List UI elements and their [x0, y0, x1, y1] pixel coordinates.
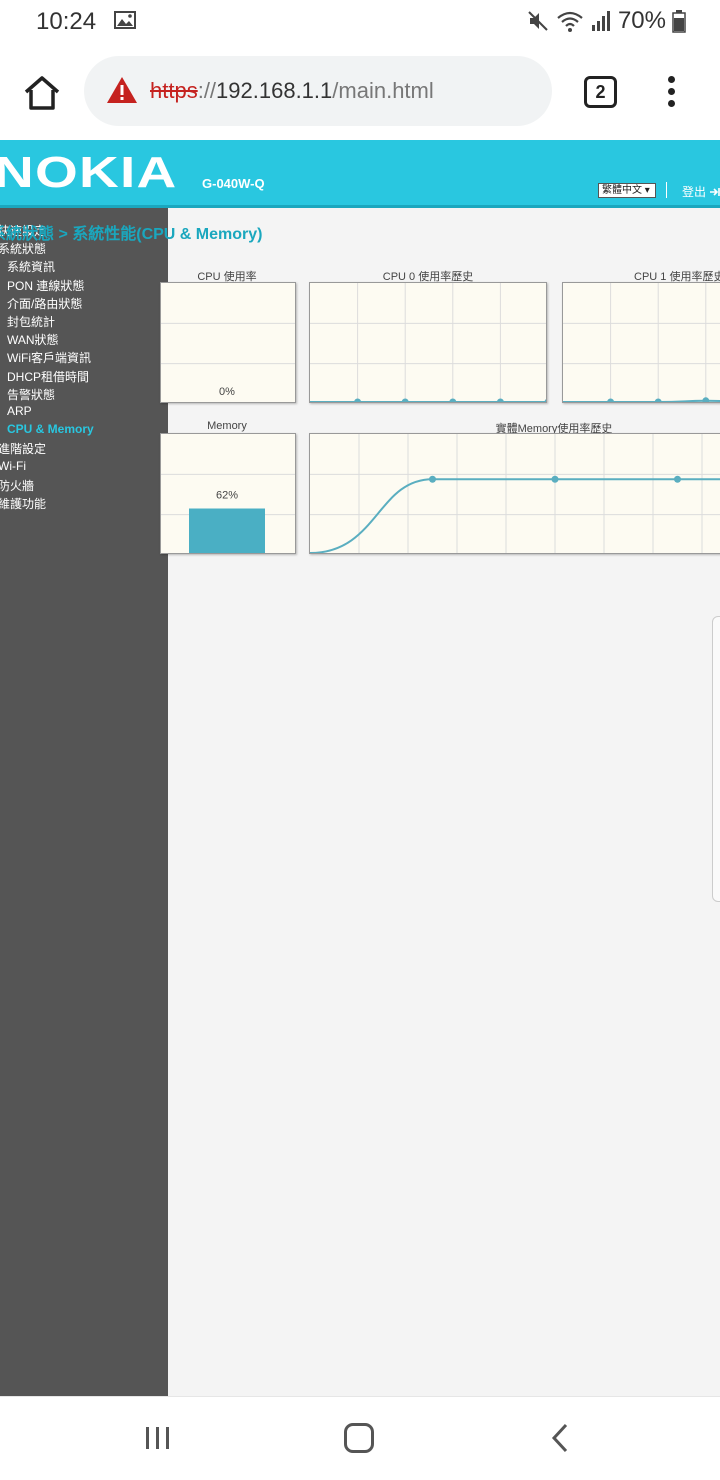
sidebar-item[interactable]: 介面/路由狀態	[7, 295, 82, 312]
cpu0-history-chart	[309, 282, 547, 403]
sidebar: 快速設定 系統狀態 系統資訊 PON 連線狀態 介面/路由狀態 封包統計 WAN狀態 WiFi…	[0, 208, 168, 1396]
data-point	[544, 399, 546, 402]
signal-icon	[591, 11, 610, 31]
data-point	[401, 398, 409, 402]
sidebar-item[interactable]: DHCP租借時間	[7, 368, 89, 385]
nokia-logo: NOKIA	[0, 148, 178, 197]
back-icon[interactable]	[550, 1423, 570, 1453]
language-select[interactable]: 繁體中文 ▾	[598, 183, 656, 198]
data-label: 62%	[216, 490, 238, 502]
bar	[189, 508, 265, 553]
logout-icon	[710, 188, 720, 196]
data-point	[449, 398, 457, 402]
side-panel-tab[interactable]	[712, 616, 720, 902]
data-point	[354, 398, 362, 402]
sidebar-item[interactable]: CPU & Memory	[7, 422, 94, 436]
logout-label: 登出	[682, 185, 707, 199]
memory-history-plot	[310, 434, 720, 553]
cpu-usage-plot: 0%	[161, 322, 295, 398]
header-divider	[666, 182, 667, 198]
overflow-menu-icon[interactable]	[662, 76, 680, 110]
url-path: /main.html	[332, 78, 434, 103]
data-point	[607, 398, 615, 402]
data-point	[496, 398, 504, 402]
logout-link[interactable]: 登出	[682, 183, 720, 200]
recent-apps-icon[interactable]	[144, 1425, 172, 1451]
status-icons: 70%	[526, 6, 686, 36]
breadcrumb-text: 系統狀態 > 系統性能(CPU & Memory)	[0, 226, 263, 243]
system-nav-bar	[0, 1396, 720, 1480]
data-point	[551, 475, 559, 483]
sidebar-item[interactable]: Wi-Fi	[0, 459, 26, 473]
data-label: 0%	[219, 386, 235, 398]
series-line	[563, 399, 720, 402]
warning-icon[interactable]	[106, 75, 138, 105]
tab-switcher-button[interactable]: 2	[584, 76, 617, 108]
sidebar-item[interactable]: 封包統計	[7, 313, 55, 330]
sidebar-item[interactable]: 告警狀態	[7, 386, 55, 403]
wifi-icon	[557, 11, 583, 32]
memory-usage-chart: 62%	[160, 433, 296, 554]
memory-history-chart	[309, 433, 720, 554]
sidebar-item[interactable]: ARP	[7, 404, 32, 418]
home-nav-icon[interactable]	[344, 1423, 374, 1453]
cpu1-history-plot	[563, 283, 720, 402]
cpu0-history-plot	[310, 283, 546, 402]
breadcrumb: 系統狀態 > 系統性能(CPU & Memory)	[0, 220, 262, 244]
series-line	[310, 478, 720, 553]
home-icon[interactable]	[22, 74, 62, 112]
data-point	[702, 397, 710, 402]
sidebar-item[interactable]: WAN狀態	[7, 331, 59, 348]
url-scheme: https	[150, 78, 198, 103]
router-page: NOKIA G-040W-Q 繁體中文 ▾ 登出 快速設定 系統狀態 系統資訊 PON…	[0, 140, 720, 1396]
sidebar-item[interactable]: 系統資訊	[7, 258, 55, 275]
model-name: G-040W-Q	[202, 176, 265, 191]
battery-icon	[672, 10, 686, 33]
address-bar[interactable]: https://192.168.1.1/main.html	[84, 56, 552, 126]
nokia-header: NOKIA G-040W-Q 繁體中文 ▾ 登出	[0, 140, 720, 208]
url-separator: ://	[197, 78, 217, 103]
battery-level: 70%	[617, 7, 666, 34]
cpu-usage-chart: 0%	[160, 282, 296, 403]
sidebar-item[interactable]: 防火牆	[0, 477, 34, 494]
sidebar-item[interactable]: 進階設定	[0, 440, 46, 457]
memory-usage-plot: 62%	[161, 473, 295, 553]
url-host: 192.168.1.1	[216, 78, 333, 103]
sidebar-item[interactable]: 維護功能	[0, 495, 46, 512]
cpu1-history-chart	[562, 282, 720, 403]
mute-icon	[528, 11, 548, 31]
data-point	[429, 475, 436, 483]
data-point	[674, 475, 681, 483]
data-point	[654, 398, 662, 402]
url-text[interactable]: https://192.168.1.1/main.html	[150, 78, 434, 104]
status-bar: 10:24 70%	[0, 0, 720, 44]
sidebar-item[interactable]: WiFi客戶端資訊	[7, 349, 91, 366]
sidebar-item[interactable]: PON 連線狀態	[7, 277, 84, 294]
chart-title-memory: Memory	[207, 420, 247, 432]
gallery-icon	[114, 11, 136, 29]
browser-toolbar: https://192.168.1.1/main.html 2	[0, 44, 720, 140]
status-time: 10:24	[36, 8, 97, 35]
